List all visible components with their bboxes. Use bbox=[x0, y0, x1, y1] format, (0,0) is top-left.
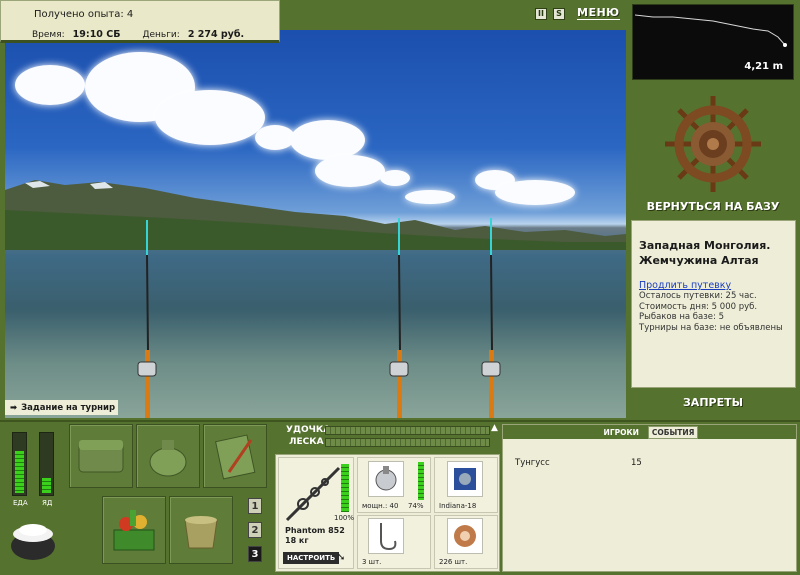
food-basket-icon bbox=[113, 510, 155, 551]
tackle-card: 100% Phantom 852 18 кг НАСТРОИТЬ ➘ мощн.… bbox=[275, 454, 500, 572]
rod-2[interactable] bbox=[389, 218, 409, 418]
bait-bag-slot[interactable] bbox=[136, 424, 200, 488]
game-screen: Получено опыта: 4 Время: 19:10 СБ Деньги… bbox=[0, 0, 800, 575]
tackle-box-slot[interactable] bbox=[69, 424, 133, 488]
bans-button[interactable]: ЗАПРЕТЫ bbox=[629, 396, 797, 409]
fishing-scene[interactable] bbox=[5, 30, 626, 418]
page-button-1[interactable]: 1 bbox=[248, 498, 262, 514]
food-meter-fill bbox=[15, 451, 24, 493]
poison-meter bbox=[39, 432, 54, 496]
time-value: 19:10 СБ bbox=[72, 29, 121, 40]
rod-1[interactable] bbox=[137, 220, 157, 418]
tab-players[interactable]: ИГРОКИ bbox=[601, 427, 642, 438]
sound-button[interactable]: S bbox=[553, 7, 565, 20]
bucket-slot[interactable] bbox=[169, 496, 233, 564]
location-panel: Западная Монголия. Жемчужина Алтая Продл… bbox=[631, 220, 796, 388]
hooks-count: 3 шт. bbox=[362, 558, 382, 566]
page-button-2[interactable]: 2 bbox=[248, 522, 262, 538]
time-label: Время: bbox=[32, 30, 65, 40]
rod-3[interactable] bbox=[481, 218, 501, 418]
notebook-icon bbox=[215, 434, 256, 480]
ship-wheel-emblem[interactable] bbox=[629, 86, 797, 216]
bait-cell[interactable]: 226 шт. bbox=[434, 515, 498, 569]
bucket-icon bbox=[184, 516, 218, 549]
experience-value: 4 bbox=[126, 9, 134, 20]
bar-arrow-up-icon: ▲ bbox=[491, 423, 498, 433]
cauldron-icon[interactable] bbox=[7, 508, 59, 566]
tournament-task-button[interactable]: ➡ Задание на турнир bbox=[5, 400, 118, 415]
rod-health: 100% bbox=[334, 514, 355, 522]
tackle-box-icon bbox=[78, 440, 124, 473]
poison-label: ЯД bbox=[42, 499, 53, 507]
page-button-3[interactable]: 3 bbox=[248, 546, 262, 562]
player-info-panel: Получено опыта: 4 Время: 19:10 СБ Деньги… bbox=[0, 0, 280, 43]
player-name: Тунгусс bbox=[515, 458, 550, 468]
player-value: 15 bbox=[631, 458, 642, 468]
bait-count: 226 шт. bbox=[439, 558, 468, 566]
setup-button[interactable]: НАСТРОИТЬ bbox=[283, 552, 340, 564]
arrow-down-right-icon: ➘ bbox=[337, 552, 346, 563]
top-controls: II S МЕНЮ bbox=[535, 7, 620, 20]
rods-in-water bbox=[137, 218, 501, 418]
tournaments-status: Турниры на базе: не объявлены bbox=[639, 322, 783, 333]
trip-remaining: Осталось путевки: 25 час. bbox=[639, 291, 757, 301]
line-cell[interactable]: Indiana-18 bbox=[434, 457, 498, 513]
rod-bar-label: УДОЧКА bbox=[286, 425, 331, 435]
list-item[interactable]: Тунгусс 15 bbox=[515, 458, 642, 468]
rod-tension-bar bbox=[325, 426, 490, 435]
extend-trip-link[interactable]: Продлить путевку bbox=[639, 280, 788, 291]
anglers-count: Рыбаков на базе: 5 bbox=[639, 312, 724, 322]
menu-button[interactable]: МЕНЮ bbox=[577, 7, 620, 20]
reel-icon bbox=[368, 461, 404, 497]
hook-icon bbox=[368, 518, 404, 554]
return-to-base-button[interactable]: ВЕРНУТЬСЯ НА БАЗУ bbox=[629, 200, 797, 213]
food-meter bbox=[12, 432, 27, 496]
rod-weight: 18 кг bbox=[285, 536, 309, 545]
hook-cell[interactable]: 3 шт. bbox=[357, 515, 431, 569]
events-tabs: ИГРОКИ СОБЫТИЯ bbox=[503, 425, 796, 439]
reel-health-bar bbox=[418, 462, 424, 500]
money-value: 2 274 руб. bbox=[187, 29, 245, 40]
bag-icon bbox=[149, 440, 187, 477]
location-name: Западная Монголия. Жемчужина Алтая bbox=[639, 239, 771, 267]
reel-cell[interactable]: мощн.: 40 74% bbox=[357, 457, 431, 513]
tab-events[interactable]: СОБЫТИЯ bbox=[647, 425, 699, 439]
reel-power: мощн.: 40 bbox=[362, 502, 399, 510]
events-panel: ИГРОКИ СОБЫТИЯ Тунгусс 15 bbox=[502, 424, 797, 572]
reel-health: 74% bbox=[408, 502, 424, 510]
notebook-slot[interactable] bbox=[203, 424, 267, 488]
depth-value: 4,21 m bbox=[744, 61, 783, 72]
ship-wheel-icon bbox=[665, 96, 761, 192]
line-spool-icon bbox=[447, 461, 483, 497]
food-basket-slot[interactable] bbox=[102, 496, 166, 564]
money-label: Деньги: bbox=[142, 30, 180, 40]
experience-label: Получено опыта: bbox=[34, 9, 124, 20]
rod-cell[interactable]: 100% Phantom 852 18 кг НАСТРОИТЬ ➘ bbox=[278, 457, 354, 569]
depth-graph: 4,21 m bbox=[632, 4, 794, 80]
line-bar-label: ЛЕСКА bbox=[289, 437, 324, 447]
day-cost: Стоимость дня: 5 000 руб. bbox=[639, 301, 758, 312]
tournament-task-label: Задание на турнир bbox=[21, 402, 116, 413]
bait-icon bbox=[447, 518, 483, 554]
line-tension-bar bbox=[325, 438, 490, 447]
food-label: ЕДА bbox=[13, 499, 28, 507]
arrow-right-icon: ➡ bbox=[10, 402, 18, 413]
line-name: Indiana-18 bbox=[439, 502, 477, 510]
poison-meter-fill bbox=[42, 478, 51, 493]
rod-name: Phantom 852 bbox=[285, 526, 345, 535]
pause-button[interactable]: II bbox=[535, 7, 547, 20]
rod-health-bar bbox=[341, 464, 349, 512]
